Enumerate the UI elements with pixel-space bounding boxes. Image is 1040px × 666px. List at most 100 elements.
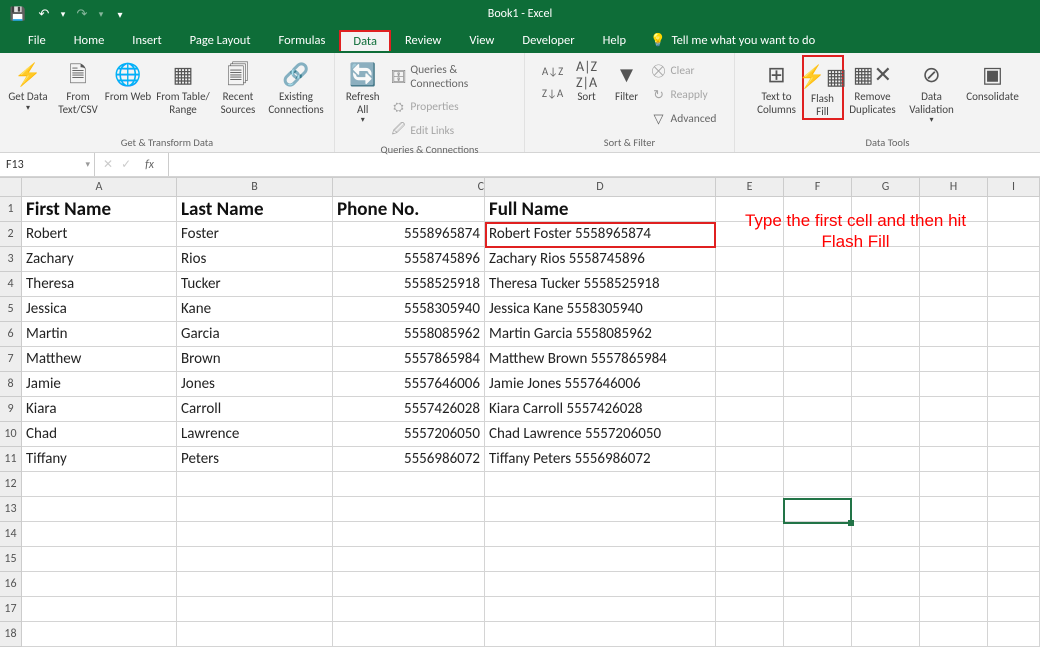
cell-D1[interactable]: Full Name bbox=[485, 197, 716, 222]
cell-I13[interactable] bbox=[988, 497, 1040, 522]
cell-D17[interactable] bbox=[485, 597, 716, 622]
cell-C11[interactable]: 5556986072 bbox=[333, 447, 485, 472]
cell-D8[interactable]: Jamie Jones 5557646006 bbox=[485, 372, 716, 397]
cell-D13[interactable] bbox=[485, 497, 716, 522]
tab-data[interactable]: Data bbox=[339, 30, 391, 51]
cell-E4[interactable] bbox=[716, 272, 784, 297]
cell-G18[interactable] bbox=[852, 622, 920, 647]
cell-D7[interactable]: Matthew Brown 5557865984 bbox=[485, 347, 716, 372]
cell-I10[interactable] bbox=[988, 422, 1040, 447]
row-header-2[interactable]: 2 bbox=[0, 222, 22, 247]
cell-D5[interactable]: Jessica Kane 5558305940 bbox=[485, 297, 716, 322]
cell-I16[interactable] bbox=[988, 572, 1040, 597]
cell-D16[interactable] bbox=[485, 572, 716, 597]
cell-C18[interactable] bbox=[333, 622, 485, 647]
cell-G10[interactable] bbox=[852, 422, 920, 447]
cell-E13[interactable] bbox=[716, 497, 784, 522]
cell-E16[interactable] bbox=[716, 572, 784, 597]
cell-I3[interactable] bbox=[988, 247, 1040, 272]
cell-B18[interactable] bbox=[177, 622, 333, 647]
cell-A2[interactable]: Robert bbox=[22, 222, 177, 247]
customize-qat-button[interactable]: ▾ bbox=[108, 3, 132, 25]
cell-H7[interactable] bbox=[920, 347, 988, 372]
tab-view[interactable]: View bbox=[455, 29, 508, 52]
cell-E6[interactable] bbox=[716, 322, 784, 347]
col-header-A[interactable]: A bbox=[22, 178, 177, 196]
cell-C1[interactable]: Phone No. bbox=[333, 197, 485, 222]
cell-D4[interactable]: Theresa Tucker 5558525918 bbox=[485, 272, 716, 297]
from-web-button[interactable]: 🌐From Web bbox=[104, 57, 152, 104]
cell-G8[interactable] bbox=[852, 372, 920, 397]
row-header-7[interactable]: 7 bbox=[0, 347, 22, 372]
undo-button[interactable]: ↶ bbox=[32, 3, 56, 25]
cell-G16[interactable] bbox=[852, 572, 920, 597]
cell-C13[interactable] bbox=[333, 497, 485, 522]
cell-I8[interactable] bbox=[988, 372, 1040, 397]
data-validation-button[interactable]: ⊘Data Validation▾ bbox=[902, 57, 962, 125]
row-header-4[interactable]: 4 bbox=[0, 272, 22, 297]
tab-developer[interactable]: Developer bbox=[508, 29, 588, 52]
cell-C10[interactable]: 5557206050 bbox=[333, 422, 485, 447]
cell-E5[interactable] bbox=[716, 297, 784, 322]
tab-file[interactable]: File bbox=[14, 29, 60, 52]
col-header-D[interactable]: D bbox=[485, 178, 716, 196]
tell-me-search[interactable]: 💡 Tell me what you want to do bbox=[640, 33, 815, 48]
cell-E15[interactable] bbox=[716, 547, 784, 572]
row-header-11[interactable]: 11 bbox=[0, 447, 22, 472]
sort-button[interactable]: A|ZZ|ASort bbox=[567, 57, 607, 104]
cell-B14[interactable] bbox=[177, 522, 333, 547]
cell-B16[interactable] bbox=[177, 572, 333, 597]
get-data-button[interactable]: ⚡Get Data▾ bbox=[4, 57, 52, 113]
formula-bar-input[interactable] bbox=[168, 153, 1040, 176]
cell-A12[interactable] bbox=[22, 472, 177, 497]
filter-button[interactable]: ▼Filter bbox=[607, 57, 647, 104]
edit-links-button[interactable]: 🖉Edit Links bbox=[386, 121, 520, 141]
cell-A7[interactable]: Matthew bbox=[22, 347, 177, 372]
cell-C5[interactable]: 5558305940 bbox=[333, 297, 485, 322]
clear-filter-button[interactable]: ⛒Clear bbox=[647, 61, 721, 81]
cell-I14[interactable] bbox=[988, 522, 1040, 547]
cell-B7[interactable]: Brown bbox=[177, 347, 333, 372]
cell-A10[interactable]: Chad bbox=[22, 422, 177, 447]
cell-C4[interactable]: 5558525918 bbox=[333, 272, 485, 297]
cell-E9[interactable] bbox=[716, 397, 784, 422]
enter-icon[interactable]: ✓ bbox=[121, 157, 131, 172]
cell-I5[interactable] bbox=[988, 297, 1040, 322]
cell-B11[interactable]: Peters bbox=[177, 447, 333, 472]
cell-D2[interactable]: Robert Foster 5558965874 bbox=[485, 222, 716, 247]
cell-G15[interactable] bbox=[852, 547, 920, 572]
cell-D12[interactable] bbox=[485, 472, 716, 497]
tab-insert[interactable]: Insert bbox=[118, 29, 175, 52]
cell-G12[interactable] bbox=[852, 472, 920, 497]
cell-I1[interactable] bbox=[988, 197, 1040, 222]
cell-H13[interactable] bbox=[920, 497, 988, 522]
row-header-12[interactable]: 12 bbox=[0, 472, 22, 497]
col-header-F[interactable]: F bbox=[784, 178, 852, 196]
cell-H6[interactable] bbox=[920, 322, 988, 347]
cell-F18[interactable] bbox=[784, 622, 852, 647]
cell-A8[interactable]: Jamie bbox=[22, 372, 177, 397]
cell-C16[interactable] bbox=[333, 572, 485, 597]
row-header-15[interactable]: 15 bbox=[0, 547, 22, 572]
cell-A18[interactable] bbox=[22, 622, 177, 647]
cell-G7[interactable] bbox=[852, 347, 920, 372]
from-text-csv-button[interactable]: 🗎From Text/CSV bbox=[52, 57, 104, 116]
flash-fill-button[interactable]: ⚡▦Flash Fill bbox=[802, 55, 844, 120]
tab-page-layout[interactable]: Page Layout bbox=[176, 29, 265, 52]
cell-F5[interactable] bbox=[784, 297, 852, 322]
cell-C15[interactable] bbox=[333, 547, 485, 572]
cell-G6[interactable] bbox=[852, 322, 920, 347]
cell-I4[interactable] bbox=[988, 272, 1040, 297]
sort-desc-button[interactable]: Z↓A bbox=[541, 83, 565, 103]
cell-C8[interactable]: 5557646006 bbox=[333, 372, 485, 397]
existing-connections-button[interactable]: 🔗Existing Connections bbox=[262, 57, 330, 116]
redo-button[interactable]: ↷ bbox=[70, 3, 94, 25]
cell-G13[interactable] bbox=[852, 497, 920, 522]
cell-B4[interactable]: Tucker bbox=[177, 272, 333, 297]
cell-F4[interactable] bbox=[784, 272, 852, 297]
save-button[interactable]: 💾 bbox=[6, 3, 30, 25]
col-header-I[interactable]: I bbox=[988, 178, 1040, 196]
cell-E18[interactable] bbox=[716, 622, 784, 647]
cell-C17[interactable] bbox=[333, 597, 485, 622]
cell-H9[interactable] bbox=[920, 397, 988, 422]
